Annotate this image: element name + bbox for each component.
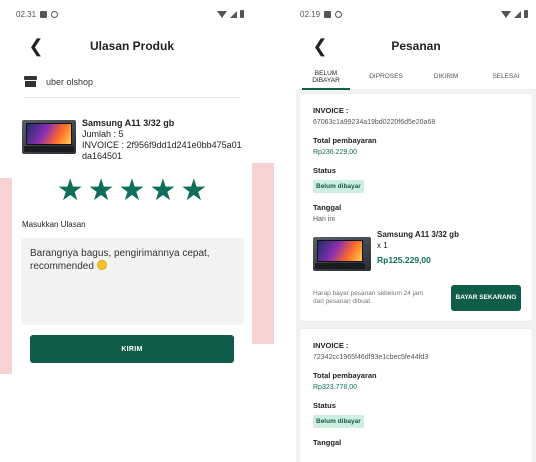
total-label: Total pembayaran	[313, 136, 377, 145]
tab-label: BELUM DIBAYAR	[312, 69, 340, 84]
tab-belum-dibayar[interactable]: BELUM DIBAYAR	[296, 64, 356, 90]
product-name: Samsung A11 3/32 gb	[82, 118, 175, 128]
tab-selesai[interactable]: SELESAI	[476, 64, 536, 89]
invoice-label: INVOICE :	[313, 106, 349, 115]
tab-dikirim[interactable]: DIKIRIM	[416, 64, 476, 89]
submit-review-button[interactable]: KIRIM	[30, 335, 234, 363]
order-date: Hari ini	[313, 216, 335, 223]
invoice-number: 72342cc1965f46df93e1cbec5fe44fd3	[313, 354, 429, 361]
status-label: Status	[313, 166, 336, 175]
tab-label: SELESAI	[492, 73, 520, 80]
star-icon[interactable]: ★	[88, 176, 115, 206]
shop-name: uber olshop	[46, 76, 94, 87]
status-badge: Belum dibayar	[313, 180, 364, 193]
shop-row: uber olshop	[12, 68, 252, 95]
tab-label: DIKIRIM	[433, 73, 459, 80]
order-tabs: BELUM DIBAYAR DIPROSES DIKIRIM SELESAI	[296, 64, 536, 90]
gallery-notification-icon	[324, 10, 332, 18]
review-label: Masukkan Ulasan	[22, 220, 86, 229]
star-icon[interactable]: ★	[119, 176, 146, 206]
order-card[interactable]: INVOICE : 67063c1a99234a19bd0220f6d5e20a…	[300, 94, 532, 321]
sync-notification-icon	[335, 10, 343, 18]
invoice-label: INVOICE :	[313, 341, 349, 350]
battery-icon	[524, 10, 528, 18]
invoice-number: 67063c1a99234a19bd0220f6d5e20a68	[313, 119, 436, 126]
status-bar: 02.19	[296, 0, 536, 28]
app-bar: ❮ Pesanan	[296, 28, 536, 64]
item-name: Samsung A11 3/32 gb	[377, 230, 459, 239]
signal-icon	[230, 10, 237, 18]
payment-note: Harap bayar pesanan sebelum 24 jam dari …	[313, 290, 424, 305]
page-title: Ulasan Produk	[89, 39, 175, 53]
date-label: Tanggal	[313, 203, 342, 212]
review-input[interactable]: Barangnya bagus, pengirimannya cepat, re…	[21, 238, 244, 325]
wifi-icon	[217, 10, 227, 18]
signal-icon	[514, 10, 521, 18]
product-summary: Samsung A11 3/32 gb Jumlah : 5 INVOICE :…	[12, 98, 252, 162]
date-label: Tanggal	[313, 438, 342, 447]
status-time: 02.31	[16, 9, 37, 19]
gallery-notification-icon	[40, 10, 48, 18]
status-time: 02.19	[300, 9, 321, 19]
sync-notification-icon	[51, 10, 59, 18]
star-icon[interactable]: ★	[180, 176, 207, 206]
total-amount: Rp323.778,00	[313, 384, 357, 391]
page-title: Pesanan	[391, 39, 441, 53]
product-image	[22, 120, 76, 154]
status-badge: Belum dibayar	[313, 415, 364, 428]
app-bar: ❮ Ulasan Produk	[12, 28, 252, 64]
order-list: INVOICE : 67063c1a99234a19bd0220f6d5e20a…	[296, 90, 536, 462]
status-bar: 02.31	[12, 0, 252, 28]
back-arrow-icon[interactable]: ❮	[26, 36, 46, 56]
status-label: Status	[313, 401, 336, 410]
star-rating: ★ ★ ★ ★ ★	[12, 176, 252, 206]
review-screen: 02.31 ❮ Ulasan Produk uber olshop Samsun…	[12, 0, 252, 462]
orders-screen: 02.19 ❮ Pesanan BELUM DIBAYAR DIPROSES D…	[296, 0, 536, 462]
back-arrow-icon[interactable]: ❮	[310, 36, 330, 56]
product-quantity: Jumlah : 5	[82, 129, 124, 139]
review-text: Barangnya bagus, pengirimannya cepat, re…	[30, 248, 210, 272]
tab-label: DIPROSES	[369, 73, 403, 80]
star-icon[interactable]: ★	[57, 176, 84, 206]
total-amount: Rp236.229,00	[313, 149, 357, 156]
store-icon	[24, 76, 37, 87]
order-item: Samsung A11 3/32 gb x 1 Rp125.229,00	[313, 229, 521, 271]
item-price: Rp125.229,00	[377, 255, 431, 265]
pay-now-button[interactable]: BAYAR SEKARANG	[451, 285, 521, 311]
smiling-face-icon	[96, 260, 107, 270]
item-quantity: x 1	[377, 241, 388, 250]
tab-diproses[interactable]: DIPROSES	[356, 64, 416, 89]
star-icon[interactable]: ★	[149, 176, 176, 206]
order-card[interactable]: INVOICE : 72342cc1965f46df93e1cbec5fe44f…	[300, 329, 532, 462]
battery-icon	[240, 10, 244, 18]
product-invoice: INVOICE : 2f956f9dd1d241e0bb475a01da1645…	[82, 140, 242, 161]
product-image	[313, 237, 371, 271]
total-label: Total pembayaran	[313, 371, 377, 380]
wifi-icon	[501, 10, 511, 18]
